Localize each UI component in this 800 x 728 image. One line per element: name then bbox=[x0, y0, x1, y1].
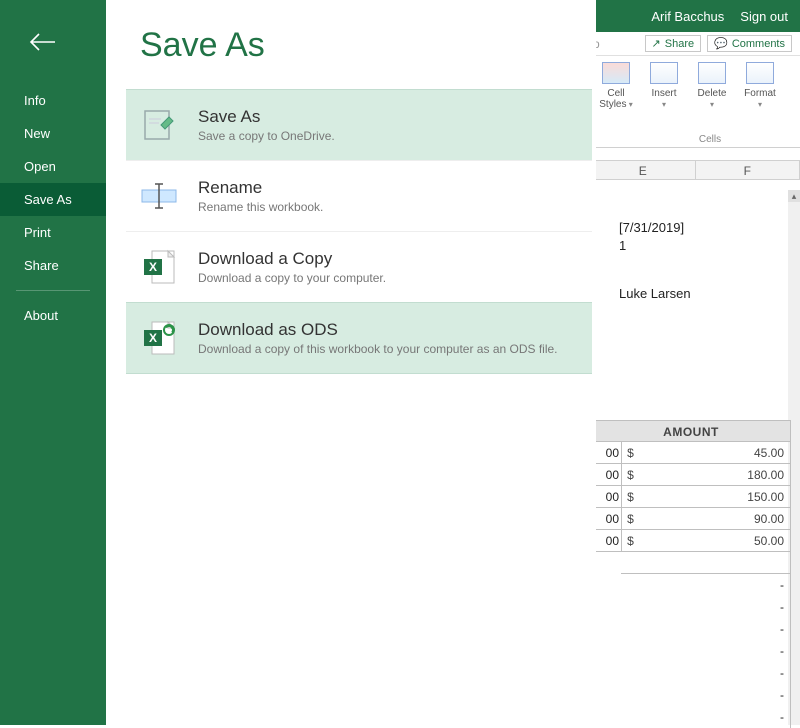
option-title: Rename bbox=[198, 178, 323, 198]
insert-icon bbox=[650, 62, 678, 84]
delete-icon bbox=[698, 62, 726, 84]
cell-styles-icon bbox=[602, 62, 630, 84]
share-icon: ↗ bbox=[652, 37, 661, 50]
amount-value: 45.00 bbox=[639, 442, 791, 463]
cell-num[interactable]: 1 bbox=[619, 238, 626, 253]
amount-dash-row[interactable]: - bbox=[621, 618, 791, 640]
page-title: Save As bbox=[140, 26, 592, 65]
svg-text:X: X bbox=[149, 260, 157, 274]
ods-icon: X bbox=[138, 317, 180, 359]
col-e[interactable]: E bbox=[591, 161, 696, 179]
column-headers: E F bbox=[591, 160, 800, 180]
option-download-as-ods[interactable]: X Download as ODS Download a copy of this … bbox=[126, 302, 592, 374]
option-title: Download as ODS bbox=[198, 320, 558, 340]
sign-out-link[interactable]: Sign out bbox=[740, 9, 788, 24]
back-arrow-icon bbox=[27, 30, 57, 54]
comments-icon: 💬 bbox=[714, 37, 728, 50]
option-save-as[interactable]: Save As Save a copy to OneDrive. bbox=[126, 89, 592, 161]
currency-symbol: $ bbox=[621, 530, 639, 551]
col-f[interactable]: F bbox=[696, 161, 800, 179]
ribbon-group-label: Cells bbox=[620, 134, 800, 145]
nav-separator bbox=[16, 290, 90, 291]
nav-save-as[interactable]: Save As bbox=[0, 183, 106, 216]
cell-date[interactable]: [7/31/2019] bbox=[619, 220, 684, 235]
amount-value: 90.00 bbox=[639, 508, 791, 529]
share-button[interactable]: ↗ Share bbox=[645, 35, 702, 52]
amount-header: AMOUNT bbox=[591, 420, 791, 442]
option-desc: Rename this workbook. bbox=[198, 200, 323, 214]
nav-print[interactable]: Print bbox=[0, 216, 106, 249]
amount-dash-row[interactable]: - bbox=[621, 640, 791, 662]
option-desc: Download a copy to your computer. bbox=[198, 271, 386, 285]
amount-dash-row[interactable]: - bbox=[621, 662, 791, 684]
amount-dash-row[interactable]: - bbox=[621, 684, 791, 706]
currency-symbol: $ bbox=[621, 486, 639, 507]
amount-row[interactable]: 00$50.00 bbox=[591, 530, 791, 552]
option-desc: Download a copy of this workbook to your… bbox=[198, 342, 558, 356]
currency-symbol: $ bbox=[621, 464, 639, 485]
back-button[interactable] bbox=[24, 24, 60, 60]
amount-column: AMOUNT 00$45.0000$180.0000$150.0000$90.0… bbox=[591, 420, 791, 728]
nav-share[interactable]: Share bbox=[0, 249, 106, 282]
amount-dash-row[interactable]: - bbox=[621, 574, 791, 596]
option-rename[interactable]: Rename Rename this workbook. bbox=[126, 160, 592, 232]
saveas-icon bbox=[138, 104, 180, 146]
svg-text:X: X bbox=[149, 331, 157, 345]
amount-row[interactable]: 00$180.00 bbox=[591, 464, 791, 486]
nav-about[interactable]: About bbox=[0, 299, 106, 332]
option-title: Save As bbox=[198, 107, 335, 127]
rename-icon bbox=[138, 175, 180, 217]
nav-new[interactable]: New bbox=[0, 117, 106, 150]
amount-value: 50.00 bbox=[639, 530, 791, 551]
amount-dash-row[interactable]: - bbox=[621, 596, 791, 618]
scroll-up-icon[interactable]: ▴ bbox=[788, 190, 800, 202]
amount-row[interactable]: 00$90.00 bbox=[591, 508, 791, 530]
user-name[interactable]: Arif Bacchus bbox=[651, 9, 724, 24]
amount-value: 180.00 bbox=[639, 464, 791, 485]
amount-row[interactable]: 00$45.00 bbox=[591, 442, 791, 464]
option-download-a-copy[interactable]: X Download a Copy Download a copy to your … bbox=[126, 231, 592, 303]
nav-open[interactable]: Open bbox=[0, 150, 106, 183]
nav-info[interactable]: Info bbox=[0, 84, 106, 117]
currency-symbol: $ bbox=[621, 508, 639, 529]
xlsx-icon: X bbox=[138, 246, 180, 288]
option-desc: Save a copy to OneDrive. bbox=[198, 129, 335, 143]
option-title: Download a Copy bbox=[198, 249, 386, 269]
cell-name[interactable]: Luke Larsen bbox=[619, 286, 691, 301]
amount-row[interactable]: 00$150.00 bbox=[591, 486, 791, 508]
format-icon bbox=[746, 62, 774, 84]
amount-value: 150.00 bbox=[639, 486, 791, 507]
currency-symbol: $ bbox=[621, 442, 639, 463]
comments-button[interactable]: 💬 Comments bbox=[707, 35, 792, 52]
